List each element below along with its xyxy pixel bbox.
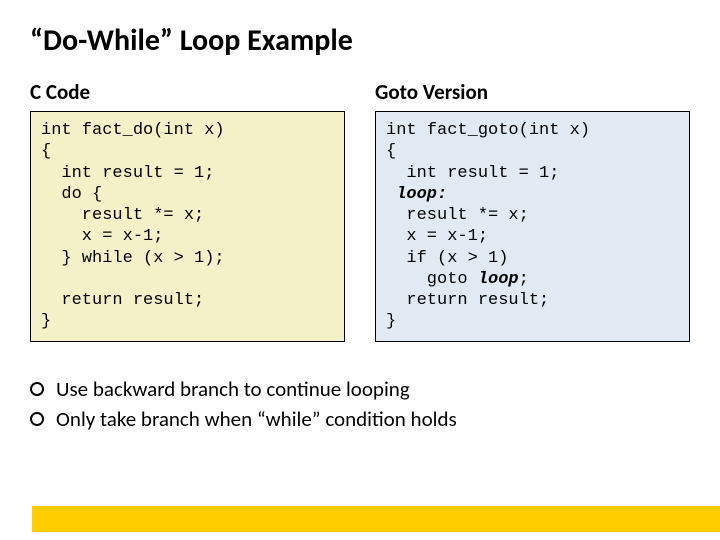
footer-bar — [32, 506, 720, 532]
code-line: } — [41, 312, 51, 331]
code-line: result *= x; — [41, 206, 204, 225]
code-line: { — [386, 142, 396, 161]
code-line: return result; — [41, 291, 204, 310]
bullet-text: Only take branch when “while” condition … — [56, 406, 457, 432]
code-line: goto — [386, 270, 478, 289]
code-line: } — [386, 312, 396, 331]
right-column: Goto Version int fact_goto(int x) { int … — [375, 79, 690, 342]
slide: “Do-While” Loop Example C Code int fact_… — [0, 0, 720, 540]
code-line — [386, 185, 396, 204]
code-line: int result = 1; — [386, 164, 559, 183]
code-line: return result; — [386, 291, 549, 310]
bullet-icon — [30, 412, 44, 426]
code-label: loop: — [396, 185, 447, 204]
code-line: } while (x > 1); — [41, 249, 225, 268]
code-label: loop — [478, 270, 519, 289]
bullet-list: Use backward branch to continue looping … — [30, 376, 690, 432]
c-code-box: int fact_do(int x) { int result = 1; do … — [30, 111, 345, 342]
goto-code-box: int fact_goto(int x) { int result = 1; l… — [375, 111, 690, 342]
bullet-icon — [30, 382, 44, 396]
code-line: ; — [519, 270, 529, 289]
code-line: result *= x; — [386, 206, 529, 225]
code-columns: C Code int fact_do(int x) { int result =… — [30, 79, 690, 342]
code-line: int fact_goto(int x) — [386, 121, 590, 140]
code-line: if (x > 1) — [386, 249, 508, 268]
left-heading: C Code — [30, 79, 345, 105]
code-line: x = x-1; — [386, 227, 488, 246]
bullet-text: Use backward branch to continue looping — [56, 376, 410, 402]
code-line: int result = 1; — [41, 164, 214, 183]
code-line: do { — [41, 185, 102, 204]
bullet-item: Only take branch when “while” condition … — [30, 406, 690, 432]
slide-title: “Do-While” Loop Example — [30, 22, 690, 59]
left-column: C Code int fact_do(int x) { int result =… — [30, 79, 345, 342]
code-line: { — [41, 142, 51, 161]
code-line: x = x-1; — [41, 227, 163, 246]
code-line: int fact_do(int x) — [41, 121, 225, 140]
footer — [0, 506, 720, 540]
bullet-item: Use backward branch to continue looping — [30, 376, 690, 402]
right-heading: Goto Version — [375, 79, 690, 105]
